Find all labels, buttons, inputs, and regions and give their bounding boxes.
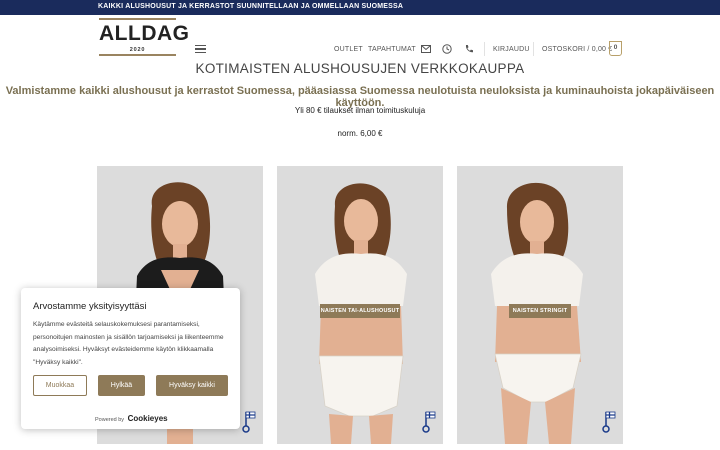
announcement-text: KAIKKI ALUSHOUSUT JA KERRASTOT SUUNNITEL…	[98, 3, 404, 10]
logo-name: ALLDAG	[99, 22, 190, 45]
cookie-text: Käytämme evästeitä selauskokemuksesi par…	[33, 321, 224, 366]
nav-divider	[484, 42, 485, 56]
powered-by-label: Powered by	[95, 417, 125, 423]
product-category-badge[interactable]: NAISTEN TAI-ALUSHOUSUT	[320, 304, 400, 318]
finnish-key-flag-icon	[602, 411, 616, 433]
cookie-consent-dialog: Arvostamme yksityisyyttäsi Käytämme eväs…	[21, 288, 240, 429]
product-card[interactable]: NAISTEN TAI-ALUSHOUSUT	[277, 166, 443, 444]
cookie-title: Arvostamme yksityisyyttäsi	[33, 301, 147, 312]
nav-events[interactable]: TAPAHTUMAT	[368, 46, 416, 53]
cookieyes-logo[interactable]: Cookieyes	[128, 414, 168, 423]
price-note: norm. 6,00 €	[337, 129, 383, 138]
cookie-accept-all-button[interactable]: Hyväksy kaikki	[156, 375, 228, 396]
site-logo[interactable]: ALLDAG 2020	[99, 18, 190, 58]
logo-year: 2020	[129, 47, 146, 53]
cookie-customize-button[interactable]: Muokkaa	[33, 375, 87, 396]
shipping-note: Yli 80 € tilaukset ilman toimituskuluja	[294, 106, 426, 115]
phone-icon[interactable]	[464, 44, 474, 54]
finnish-key-flag-icon	[422, 411, 436, 433]
mail-icon[interactable]	[421, 44, 431, 54]
cookie-reject-button[interactable]: Hylkää	[98, 375, 145, 396]
nav-outlet[interactable]: OUTLET	[334, 46, 363, 53]
menu-icon[interactable]	[195, 45, 206, 53]
logo-rule-bottom	[99, 54, 176, 56]
product-category-badge[interactable]: NAISTEN STRINGIT	[509, 304, 571, 318]
cookie-powered-by: Powered by Cookieyes	[95, 414, 168, 423]
announcement-bar: KAIKKI ALUSHOUSUT JA KERRASTOT SUUNNITEL…	[0, 0, 720, 15]
logo-rule-top	[99, 18, 176, 20]
product-card[interactable]: NAISTEN STRINGIT	[457, 166, 623, 444]
nav-cart[interactable]: OSTOSKORI / 0,00 €	[542, 46, 612, 53]
site-header: ALLDAG 2020 OUTLET TAPAHTUMAT KIRJAUDU O…	[0, 15, 720, 61]
nav-login[interactable]: KIRJAUDU	[493, 46, 530, 53]
finnish-key-flag-icon	[242, 411, 256, 433]
page-title: KOTIMAISTEN ALUSHOUSUJEN VERKKOKAUPPA	[195, 61, 525, 76]
nav-divider	[533, 42, 534, 56]
cart-count-badge[interactable]: 0	[609, 41, 622, 56]
clock-icon[interactable]	[442, 44, 452, 54]
